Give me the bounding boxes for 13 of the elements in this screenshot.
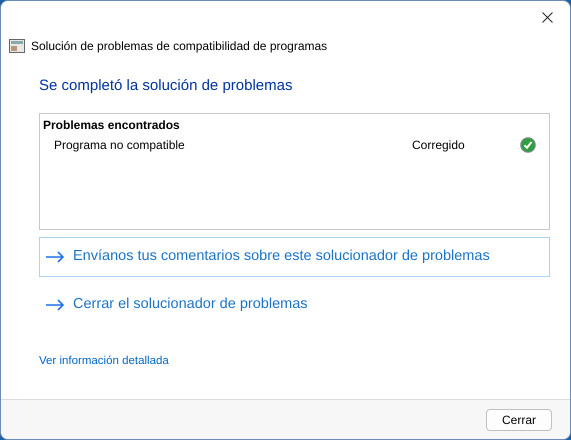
details-link[interactable]: Ver información detallada (39, 353, 169, 370)
problem-status: Corregido (412, 137, 466, 154)
dialog-button[interactable]: Cerrar (486, 408, 552, 430)
window-app-icon (9, 39, 25, 53)
problem-name: Programa no compatible (54, 137, 186, 154)
panel-heading: Problemas encontrados (43, 117, 181, 134)
page-heading: Se completó la solución de problemas (39, 76, 294, 96)
action-link[interactable]: Cerrar el solucionador de problemas (39, 285, 550, 325)
action-link[interactable]: Envíanos tus comentarios sobre este solucionador de problemas (39, 237, 550, 277)
arrow-icon (45, 251, 65, 263)
arrow-icon (45, 299, 65, 311)
close-icon (542, 12, 552, 22)
window-title: Solución de problemas de compatibilidad de programas (31, 38, 328, 55)
